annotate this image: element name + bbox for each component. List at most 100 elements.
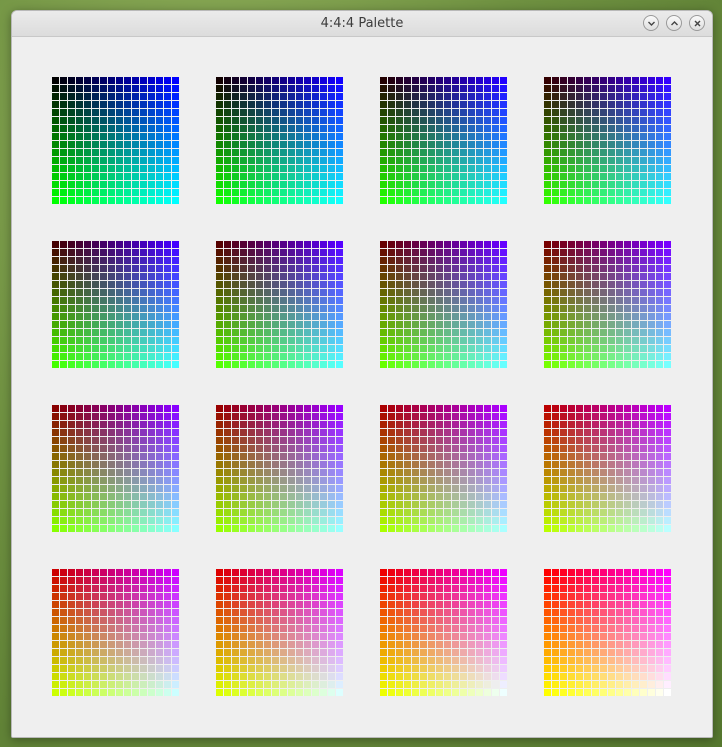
color-cell[interactable]: [60, 657, 67, 664]
color-cell[interactable]: [468, 445, 475, 452]
color-cell[interactable]: [92, 437, 99, 444]
color-cell[interactable]: [396, 585, 403, 592]
color-cell[interactable]: [224, 157, 231, 164]
color-cell[interactable]: [116, 93, 123, 100]
color-cell[interactable]: [568, 157, 575, 164]
color-cell[interactable]: [396, 445, 403, 452]
color-cell[interactable]: [304, 405, 311, 412]
color-cell[interactable]: [420, 125, 427, 132]
color-cell[interactable]: [624, 681, 631, 688]
color-cell[interactable]: [232, 461, 239, 468]
color-cell[interactable]: [68, 601, 75, 608]
color-cell[interactable]: [608, 265, 615, 272]
color-cell[interactable]: [68, 297, 75, 304]
color-cell[interactable]: [444, 445, 451, 452]
color-cell[interactable]: [560, 485, 567, 492]
color-cell[interactable]: [664, 585, 671, 592]
color-cell[interactable]: [436, 405, 443, 412]
color-cell[interactable]: [148, 633, 155, 640]
color-cell[interactable]: [420, 321, 427, 328]
color-cell[interactable]: [388, 181, 395, 188]
color-cell[interactable]: [640, 509, 647, 516]
color-cell[interactable]: [216, 569, 223, 576]
color-cell[interactable]: [412, 665, 419, 672]
color-cell[interactable]: [436, 93, 443, 100]
color-cell[interactable]: [76, 477, 83, 484]
color-cell[interactable]: [140, 345, 147, 352]
color-cell[interactable]: [584, 289, 591, 296]
color-cell[interactable]: [264, 633, 271, 640]
color-cell[interactable]: [624, 173, 631, 180]
color-cell[interactable]: [92, 109, 99, 116]
color-cell[interactable]: [608, 445, 615, 452]
color-cell[interactable]: [640, 197, 647, 204]
color-cell[interactable]: [264, 421, 271, 428]
color-cell[interactable]: [404, 297, 411, 304]
color-cell[interactable]: [584, 109, 591, 116]
color-cell[interactable]: [420, 461, 427, 468]
color-cell[interactable]: [600, 625, 607, 632]
color-cell[interactable]: [656, 525, 663, 532]
color-cell[interactable]: [116, 493, 123, 500]
color-cell[interactable]: [584, 241, 591, 248]
color-cell[interactable]: [224, 321, 231, 328]
color-cell[interactable]: [608, 617, 615, 624]
color-cell[interactable]: [216, 241, 223, 248]
color-cell[interactable]: [224, 569, 231, 576]
color-cell[interactable]: [428, 189, 435, 196]
color-cell[interactable]: [296, 625, 303, 632]
color-cell[interactable]: [272, 281, 279, 288]
color-cell[interactable]: [484, 265, 491, 272]
color-cell[interactable]: [108, 165, 115, 172]
color-cell[interactable]: [396, 673, 403, 680]
color-cell[interactable]: [148, 445, 155, 452]
color-cell[interactable]: [216, 165, 223, 172]
color-cell[interactable]: [264, 593, 271, 600]
color-cell[interactable]: [140, 509, 147, 516]
color-cell[interactable]: [616, 601, 623, 608]
color-cell[interactable]: [264, 445, 271, 452]
color-cell[interactable]: [452, 633, 459, 640]
color-cell[interactable]: [428, 133, 435, 140]
color-cell[interactable]: [616, 461, 623, 468]
color-cell[interactable]: [288, 593, 295, 600]
color-cell[interactable]: [444, 329, 451, 336]
color-cell[interactable]: [132, 345, 139, 352]
color-cell[interactable]: [452, 197, 459, 204]
color-cell[interactable]: [468, 197, 475, 204]
color-cell[interactable]: [576, 289, 583, 296]
color-cell[interactable]: [568, 337, 575, 344]
color-cell[interactable]: [92, 141, 99, 148]
color-cell[interactable]: [296, 469, 303, 476]
color-cell[interactable]: [396, 305, 403, 312]
color-cell[interactable]: [256, 321, 263, 328]
color-cell[interactable]: [396, 421, 403, 428]
color-cell[interactable]: [600, 437, 607, 444]
color-cell[interactable]: [68, 77, 75, 84]
color-cell[interactable]: [272, 173, 279, 180]
color-cell[interactable]: [404, 437, 411, 444]
color-cell[interactable]: [656, 405, 663, 412]
color-cell[interactable]: [148, 625, 155, 632]
color-cell[interactable]: [640, 493, 647, 500]
color-cell[interactable]: [224, 289, 231, 296]
color-cell[interactable]: [100, 437, 107, 444]
color-cell[interactable]: [552, 493, 559, 500]
color-cell[interactable]: [560, 109, 567, 116]
color-cell[interactable]: [264, 305, 271, 312]
color-cell[interactable]: [280, 445, 287, 452]
color-cell[interactable]: [328, 125, 335, 132]
color-cell[interactable]: [288, 461, 295, 468]
color-cell[interactable]: [444, 569, 451, 576]
color-cell[interactable]: [444, 625, 451, 632]
color-cell[interactable]: [232, 633, 239, 640]
color-cell[interactable]: [576, 689, 583, 696]
color-cell[interactable]: [68, 429, 75, 436]
color-cell[interactable]: [296, 617, 303, 624]
color-cell[interactable]: [428, 633, 435, 640]
color-cell[interactable]: [164, 165, 171, 172]
color-cell[interactable]: [76, 117, 83, 124]
color-cell[interactable]: [164, 593, 171, 600]
color-cell[interactable]: [500, 297, 507, 304]
color-cell[interactable]: [124, 101, 131, 108]
